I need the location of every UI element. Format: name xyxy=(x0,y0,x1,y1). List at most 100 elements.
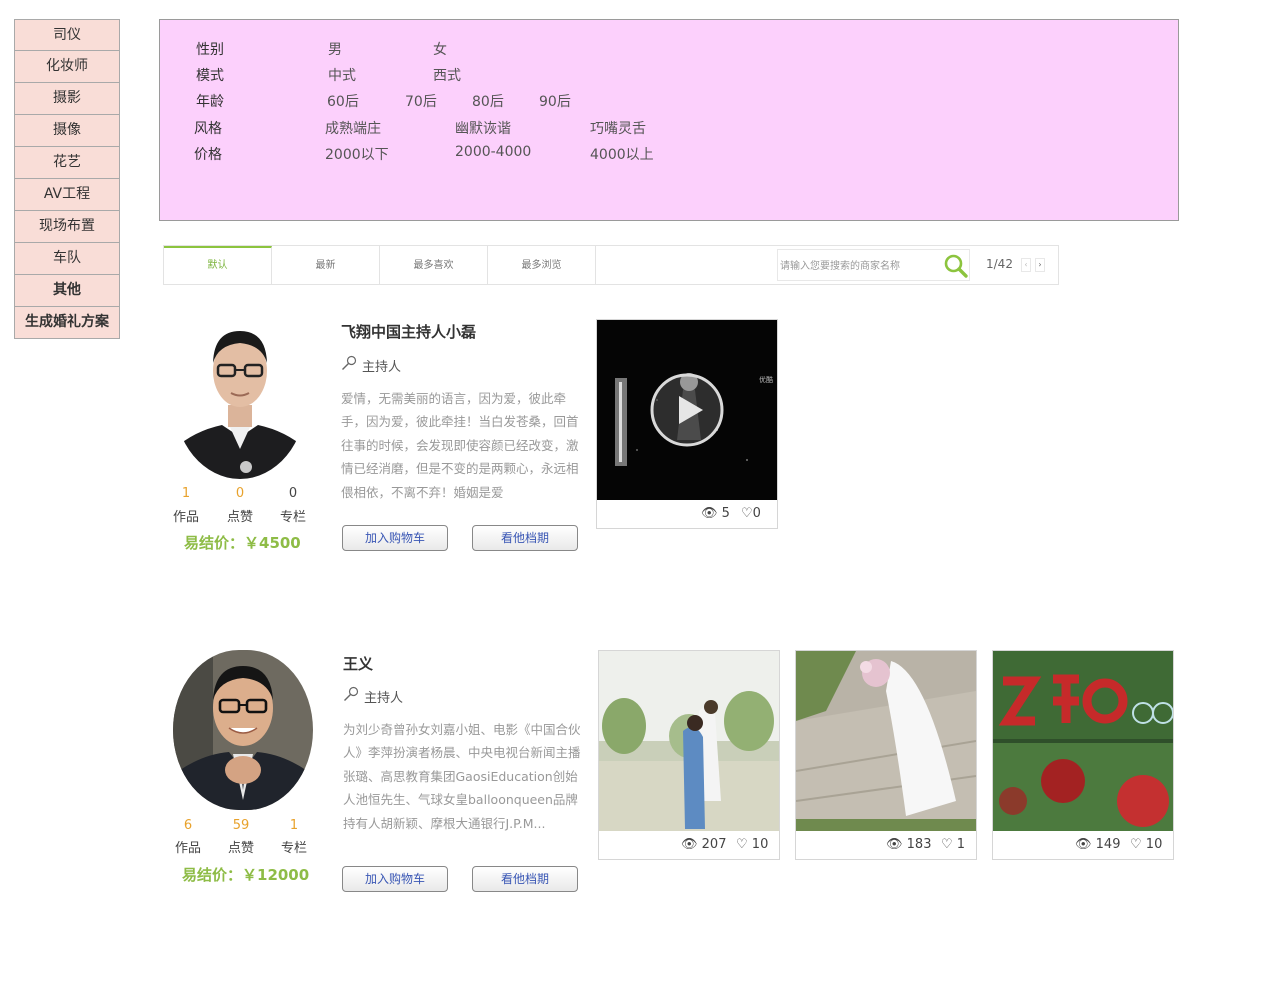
tab-most-viewed[interactable]: 最多浏览 xyxy=(488,246,596,284)
tab-default[interactable]: 默认 xyxy=(164,246,272,284)
eye-icon: 👁︎ xyxy=(1075,837,1092,852)
views-stat: 👁︎ 183 xyxy=(886,837,931,852)
photo-thumbnail xyxy=(599,651,779,831)
filter-option-price-mid[interactable]: 2000-4000 xyxy=(455,144,531,160)
filter-option-humorous[interactable]: 幽默诙谐 xyxy=(455,118,511,138)
works-label: 作品 xyxy=(174,841,201,856)
add-to-cart-button[interactable]: 加入购物车 xyxy=(342,525,448,551)
filter-option-chinese[interactable]: 中式 xyxy=(328,65,356,85)
views-count: 183 xyxy=(906,837,932,852)
microphone-icon xyxy=(341,355,357,375)
views-stat: 👁︎ 149 xyxy=(1075,837,1120,852)
works-count: 1 xyxy=(181,486,191,501)
microphone-icon xyxy=(343,686,359,706)
heart-icon: ♡ xyxy=(736,837,748,852)
likes-count: 0 xyxy=(752,506,761,521)
sidebar-item-motorcade[interactable]: 车队 xyxy=(14,243,120,275)
vendor-avatar[interactable] xyxy=(173,650,313,810)
sidebar-item-other[interactable]: 其他 xyxy=(14,275,120,307)
eye-icon: 👁︎ xyxy=(681,837,698,852)
search-icon[interactable] xyxy=(943,253,969,279)
views-count: 149 xyxy=(1095,837,1121,852)
views-stat: 👁︎ 207 xyxy=(681,837,726,852)
filter-option-price-high[interactable]: 4000以上 xyxy=(590,144,654,164)
filter-option-80s[interactable]: 80后 xyxy=(472,91,504,111)
heart-icon: ♡ xyxy=(741,506,753,521)
sidebar-item-av-engineering[interactable]: AV工程 xyxy=(14,179,120,211)
likes-label: 点赞 xyxy=(227,841,254,856)
media-card[interactable]: 优酷 👁︎ 5 ♡0 xyxy=(596,319,778,529)
tab-most-liked[interactable]: 最多喜欢 xyxy=(380,246,488,284)
likes-stat: ♡0 xyxy=(741,506,761,521)
vendor-role: 主持人 xyxy=(364,691,404,706)
filter-option-60s[interactable]: 60后 xyxy=(327,91,359,111)
filter-panel: 性别 男 女 模式 中式 西式 年龄 60后 70后 80后 90后 风格 成熟… xyxy=(159,19,1179,221)
heart-icon: ♡ xyxy=(1130,837,1142,852)
photo-thumbnail xyxy=(796,651,976,831)
view-schedule-button[interactable]: 看他档期 xyxy=(472,866,578,892)
filter-option-male[interactable]: 男 xyxy=(328,39,342,59)
media-card[interactable]: 👁︎ 183 ♡ 1 xyxy=(795,650,977,860)
heart-icon: ♡ xyxy=(941,837,953,852)
sidebar-item-makeup-artist[interactable]: 化妆师 xyxy=(14,51,120,83)
filter-option-eloquent[interactable]: 巧嘴灵舌 xyxy=(590,118,646,138)
video-source-badge: 优酷 xyxy=(759,376,773,384)
filter-label-price: 价格 xyxy=(194,147,222,163)
columns-label: 专栏 xyxy=(279,510,306,525)
filter-option-90s[interactable]: 90后 xyxy=(539,91,571,111)
sidebar-item-venue-decoration[interactable]: 现场布置 xyxy=(14,211,120,243)
filter-option-price-low[interactable]: 2000以下 xyxy=(325,144,389,164)
add-to-cart-button[interactable]: 加入购物车 xyxy=(342,866,448,892)
vendor-avatar[interactable] xyxy=(174,319,306,479)
eye-icon: 👁︎ xyxy=(886,837,903,852)
filter-label-mode: 模式 xyxy=(196,68,224,84)
views-count: 5 xyxy=(721,506,730,521)
vendor-description: 爱情，无需美丽的语言，因为爱，彼此牵手，因为爱，彼此牵挂！当白发苍桑，回首往事的… xyxy=(341,391,579,500)
filter-option-mature[interactable]: 成熟端庄 xyxy=(325,118,381,138)
view-schedule-button[interactable]: 看他档期 xyxy=(472,525,578,551)
media-stats: 👁︎ 183 ♡ 1 xyxy=(796,831,976,859)
vendor-price: 易结价：￥12000 xyxy=(182,866,310,884)
media-card[interactable]: 👁︎ 149 ♡ 10 xyxy=(992,650,1174,860)
video-thumbnail: 优酷 xyxy=(597,320,777,500)
vendor-name[interactable]: 飞翔中国主持人小磊 xyxy=(341,321,476,342)
filter-option-female[interactable]: 女 xyxy=(433,39,447,59)
sidebar-item-emcee[interactable]: 司仪 xyxy=(14,19,120,51)
search-box xyxy=(777,249,970,281)
search-input[interactable] xyxy=(780,256,940,276)
media-stats: 👁︎ 5 ♡0 xyxy=(597,500,777,528)
prev-page-button[interactable]: ‹ xyxy=(1021,258,1031,272)
sidebar-item-floral[interactable]: 花艺 xyxy=(14,147,120,179)
works-count: 6 xyxy=(183,818,193,833)
next-page-button[interactable]: › xyxy=(1035,258,1045,272)
filter-label-age: 年龄 xyxy=(196,94,224,110)
sort-bar: 默认 最新 最多喜欢 最多浏览 1/42 ‹ › xyxy=(163,245,1059,285)
sidebar-item-videography[interactable]: 摄像 xyxy=(14,115,120,147)
works-label: 作品 xyxy=(172,510,199,525)
vendor-price: 易结价：￥4500 xyxy=(184,534,301,552)
sidebar-item-photography[interactable]: 摄影 xyxy=(14,83,120,115)
vendor-name[interactable]: 王义 xyxy=(343,653,373,674)
likes-stat: ♡ 10 xyxy=(1130,837,1162,852)
filter-option-70s[interactable]: 70后 xyxy=(405,91,437,111)
photo-thumbnail xyxy=(993,651,1173,831)
filter-option-western[interactable]: 西式 xyxy=(433,65,461,85)
tab-newest[interactable]: 最新 xyxy=(272,246,380,284)
likes-count: 1 xyxy=(956,837,966,852)
media-stats: 👁︎ 149 ♡ 10 xyxy=(993,831,1173,859)
vendor-role: 主持人 xyxy=(362,360,402,375)
play-icon[interactable] xyxy=(649,372,725,452)
likes-count: 10 xyxy=(751,837,769,852)
filter-label-gender: 性别 xyxy=(196,42,224,58)
columns-count: 1 xyxy=(289,818,299,833)
eye-icon: 👁︎ xyxy=(701,506,718,521)
media-stats: 👁︎ 207 ♡ 10 xyxy=(599,831,779,859)
views-stat: 👁︎ 5 xyxy=(701,506,730,521)
columns-count: 0 xyxy=(288,486,298,501)
likes-count: 0 xyxy=(235,486,245,501)
sidebar-item-generate-plan[interactable]: 生成婚礼方案 xyxy=(14,307,120,339)
page-indicator: 1/42 xyxy=(986,257,1013,271)
columns-label: 专栏 xyxy=(280,841,307,856)
views-count: 207 xyxy=(701,837,727,852)
media-card[interactable]: 👁︎ 207 ♡ 10 xyxy=(598,650,780,860)
